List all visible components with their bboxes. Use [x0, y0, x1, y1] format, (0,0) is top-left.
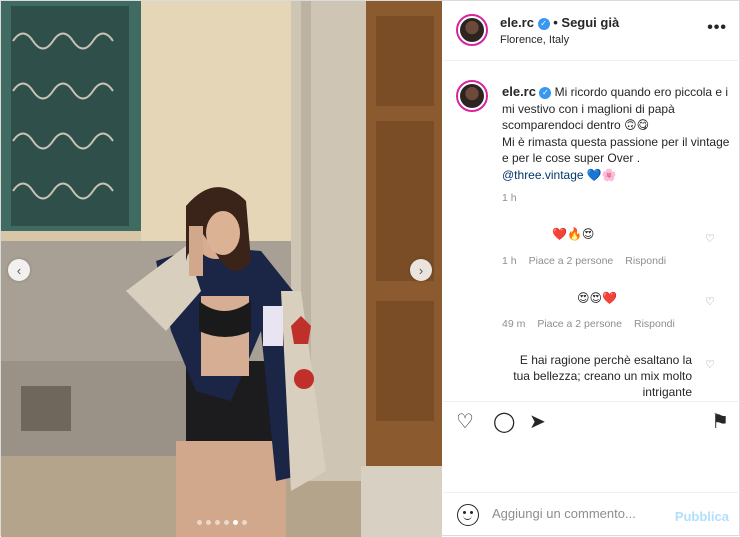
comment-likes[interactable]: Piace a 2 persone	[537, 318, 622, 330]
publish-button[interactable]: Pubblica	[675, 509, 729, 524]
comment-icon[interactable]: ◯	[493, 411, 515, 433]
reply-button[interactable]: Rispondi	[634, 318, 675, 330]
more-options-icon[interactable]: •••	[707, 19, 727, 37]
caption-username[interactable]: ele.rc	[502, 84, 536, 99]
caption-timestamp[interactable]: 1 h	[502, 192, 517, 204]
share-icon[interactable]: ➤	[529, 411, 546, 433]
caption-author-avatar[interactable]	[456, 80, 488, 112]
comment-like-heart-icon[interactable]: ♡	[705, 232, 715, 245]
save-bookmark-icon[interactable]: ⚑	[711, 411, 729, 433]
comment-meta: 1 h Piace a 2 persone Rispondi	[502, 255, 666, 267]
carousel-dot	[196, 520, 202, 525]
author-line: ele.rc ✓ • Segui già	[500, 15, 619, 30]
add-comment-bar: Pubblica	[443, 493, 740, 537]
caption-text-2: Mi è rimasta questa passione per il vint…	[502, 134, 730, 166]
author-username[interactable]: ele.rc	[500, 15, 534, 30]
comment-text: ❤️🔥😍	[552, 227, 595, 241]
comment-timestamp[interactable]: 1 h	[502, 255, 517, 267]
comments-list[interactable]: ele.rc ✓ Mi ricordo quando ero piccola e…	[443, 62, 740, 401]
comment-likes[interactable]: Piace a 2 persone	[529, 255, 614, 267]
carousel-dot	[223, 520, 229, 525]
add-comment-input[interactable]	[492, 506, 662, 521]
post-photo[interactable]: ‹ ›	[1, 1, 442, 537]
comment-text: 😍😍❤️	[577, 291, 617, 305]
instagram-post: ‹ › ele.rc ✓ • Segui già Florence, Italy…	[0, 0, 740, 537]
carousel-dots	[1, 520, 442, 525]
caption: ele.rc ✓ Mi ricordo quando ero piccola e…	[502, 84, 734, 183]
carousel-dot-active	[232, 520, 238, 525]
verified-icon: ✓	[537, 17, 550, 30]
like-heart-icon[interactable]: ♡	[456, 411, 474, 433]
photo-illustration	[1, 1, 442, 537]
mention-link[interactable]: @three.vintage	[502, 168, 584, 182]
reply-button[interactable]: Rispondi	[625, 255, 666, 267]
location-link[interactable]: Florence, Italy	[500, 34, 569, 46]
comment-like-heart-icon[interactable]: ♡	[705, 358, 715, 371]
post-header: ele.rc ✓ • Segui già Florence, Italy •••	[443, 1, 740, 61]
caption-text: Mi ricordo quando ero piccola e i mi ves…	[502, 85, 729, 132]
emoji-smile-icon[interactable]	[457, 504, 479, 526]
verified-icon: ✓	[539, 86, 552, 99]
follow-status-button[interactable]: • Segui già	[553, 15, 619, 30]
carousel-dot	[214, 520, 220, 525]
caption-emojis: 💙🌸	[586, 167, 617, 182]
comment-timestamp[interactable]: 49 m	[502, 318, 525, 330]
comment-meta: 49 m Piace a 2 persone Rispondi	[502, 318, 675, 330]
comment-like-heart-icon[interactable]: ♡	[705, 295, 715, 308]
comment-text: E hai ragione perchè esaltano la tua bel…	[513, 353, 692, 399]
post-sidebar: ele.rc ✓ • Segui già Florence, Italy •••…	[443, 1, 740, 537]
author-avatar[interactable]	[456, 14, 488, 46]
next-photo-button[interactable]: ›	[410, 259, 432, 281]
carousel-dot	[205, 520, 211, 525]
carousel-dot	[241, 520, 247, 525]
previous-photo-button[interactable]: ‹	[8, 259, 30, 281]
post-actions: ♡ ◯ ➤ ⚑	[443, 401, 740, 445]
